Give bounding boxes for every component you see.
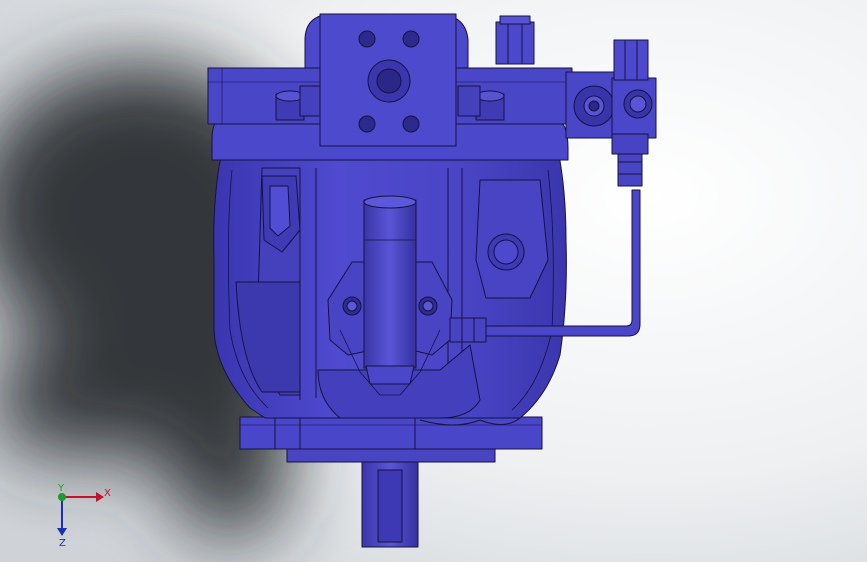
model-canvas[interactable]: X Y Z [0, 0, 867, 562]
z-axis-label: Z [59, 538, 66, 549]
y-axis-dot [58, 493, 66, 501]
y-axis-label: Y [57, 483, 65, 494]
cad-viewport[interactable]: X Y Z [0, 0, 867, 562]
top-port-block[interactable] [304, 13, 469, 147]
x-axis-label: X [104, 488, 111, 499]
output-shaft[interactable] [361, 454, 419, 548]
hex-plug[interactable] [495, 15, 535, 65]
